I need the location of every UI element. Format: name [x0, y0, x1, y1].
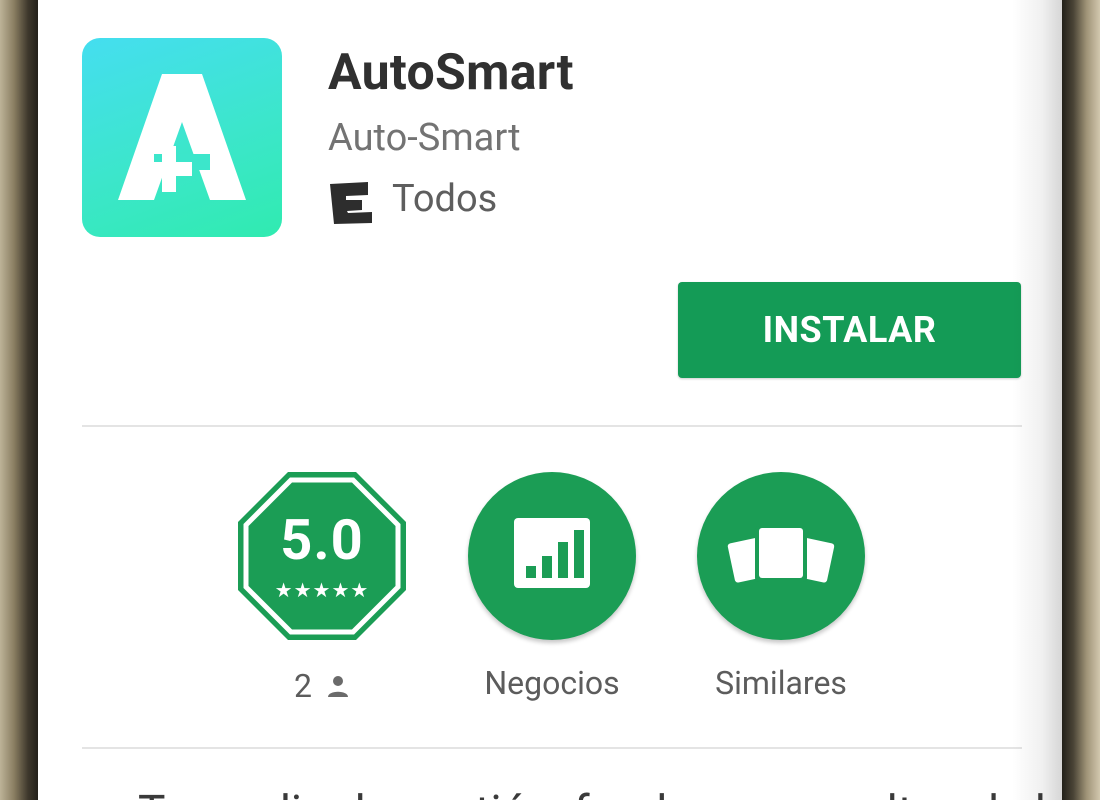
category-label[interactable]: Negocios: [422, 664, 682, 702]
app-icon: [82, 38, 282, 237]
reviews-count: 2: [294, 666, 313, 705]
similar-label[interactable]: Similares: [651, 664, 911, 702]
rating-badge[interactable]: 5.0 ★★★★★: [236, 470, 408, 642]
rating-stars: ★★★★★: [274, 578, 370, 602]
stacked-cards-icon: [727, 526, 835, 583]
divider: [82, 425, 1022, 427]
divider: [82, 747, 1022, 749]
install-button[interactable]: INSTALAR: [678, 282, 1021, 378]
content-rating-label: Todos: [392, 177, 498, 221]
similar-badge[interactable]: [695, 470, 867, 642]
device-frame-left: [0, 0, 40, 800]
app-details-screen: AutoSmart Auto-Smart Todos INSTALAR 5.0 …: [38, 0, 1062, 800]
esrb-e-icon: [330, 182, 372, 224]
person-icon: [327, 675, 348, 697]
device-frame-right: [1062, 0, 1100, 800]
reviews-count-label[interactable]: 2: [192, 664, 452, 705]
category-badge[interactable]: [466, 470, 638, 642]
rating-value: 5.0: [280, 507, 364, 573]
app-title: AutoSmart: [328, 44, 574, 102]
developer-link[interactable]: Auto-Smart: [328, 116, 521, 160]
screen-edge-shadow: [1012, 0, 1062, 800]
bar-chart-icon: [514, 518, 590, 588]
autosmart-logo-icon: [118, 74, 246, 200]
description-text: Tu medio de gestión, fondos y consultas …: [138, 786, 1062, 800]
